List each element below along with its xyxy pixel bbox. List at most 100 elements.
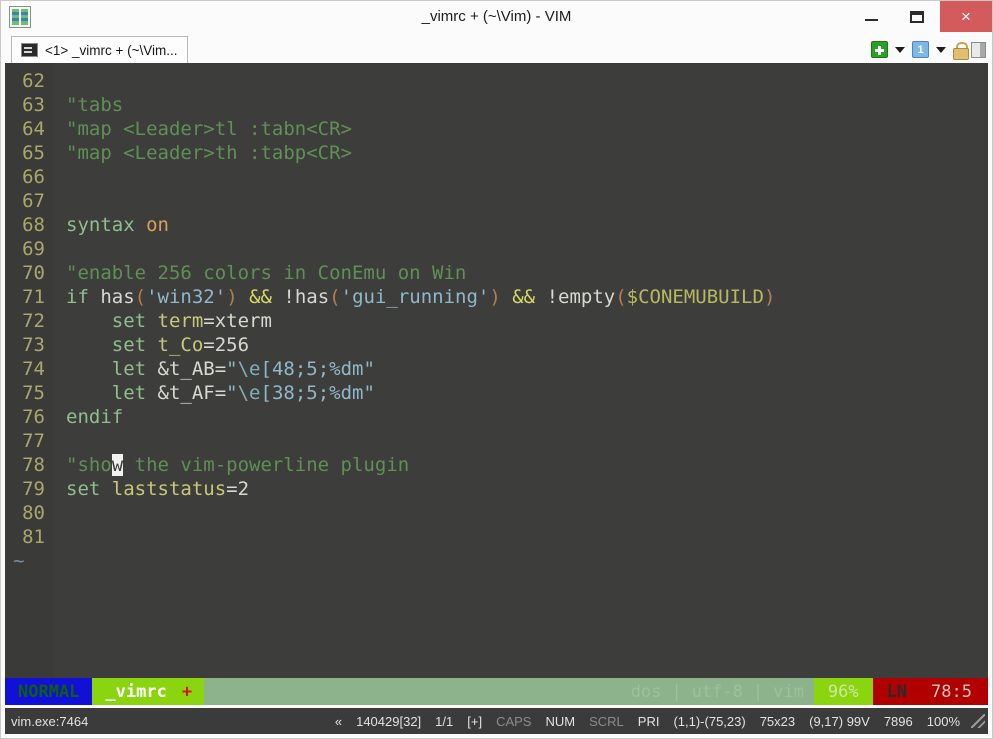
editor-line: 63 "tabs <box>5 93 988 117</box>
editor-line: 70 "enable 256 colors in ConEmu on Win <box>5 261 988 285</box>
line-text <box>54 429 66 453</box>
code-token: "tabs <box>66 94 124 116</box>
code-token: \e <box>237 382 261 404</box>
blue-one-icon: 1 <box>912 41 929 58</box>
editor-line: 65 "map <Leader>th :tabp<CR> <box>5 141 988 165</box>
code-token: let <box>66 358 158 380</box>
status-cursor-flag: [+] <box>467 713 483 729</box>
code-token: !has <box>283 286 330 308</box>
line-text: set t_Co=256 <box>54 333 249 357</box>
code-token: &t_AF= <box>157 382 227 404</box>
active-console-dropdown[interactable] <box>933 46 949 53</box>
code-token: " <box>226 358 238 380</box>
status-mode: NORMAL <box>5 678 93 705</box>
line-text: "show the vim-powerline plugin <box>54 453 409 477</box>
green-plus-icon <box>871 41 888 58</box>
line-text: let &t_AF="\e[38;5;%dm" <box>54 381 375 405</box>
close-button[interactable]: × <box>940 1 992 32</box>
admin-lock-button[interactable] <box>953 41 969 60</box>
status-caps[interactable]: CAPS <box>489 714 538 729</box>
chevron-down-icon <box>895 46 905 53</box>
code-token: ) <box>489 286 501 308</box>
maximize-icon <box>910 10 924 23</box>
editor-line: 72 set term=xterm <box>5 309 988 333</box>
tab-console-1[interactable]: <1> _vimrc + (~\Vim... <box>11 36 188 63</box>
code-token: endif <box>66 406 124 428</box>
line-text <box>54 501 66 525</box>
resize-grip-icon[interactable] <box>971 714 985 728</box>
code-token: has <box>100 286 135 308</box>
new-console-dropdown[interactable] <box>892 46 908 53</box>
code-token: if <box>66 286 101 308</box>
status-position: 78:5 <box>917 678 988 705</box>
line-number: 70 <box>22 262 45 284</box>
maximize-button[interactable] <box>894 1 940 32</box>
new-console-button[interactable] <box>871 41 888 58</box>
editor-line: 74 let &t_AB="\e[48;5;%dm" <box>5 357 988 381</box>
code-token: =256 <box>203 334 250 356</box>
status-filename: _vimrc <box>92 678 177 705</box>
code-token: [48;5;%dm" <box>260 358 375 380</box>
tab-label: <1> _vimrc + (~\Vim... <box>45 42 178 58</box>
editor-line: 79 set laststatus=2 <box>5 477 988 501</box>
conemu-status-bar: vim.exe:7464 « 140429[32] 1/1 [+] CAPS N… <box>5 708 988 734</box>
editor-line: 67 <box>5 189 988 213</box>
editor-line: 78 "show the vim-powerline plugin <box>5 453 988 477</box>
line-text <box>54 237 66 261</box>
line-number: 63 <box>22 94 45 116</box>
status-scrl[interactable]: SCRL <box>582 714 631 729</box>
code-token: "map <Leader>th :tabp<CR> <box>66 142 352 164</box>
code-token: set <box>66 310 158 332</box>
editor-line: 62 <box>5 69 988 93</box>
line-number: 65 <box>22 142 45 164</box>
status-num[interactable]: NUM <box>538 714 582 729</box>
code-token: =2 <box>226 478 250 500</box>
conemu-window: _vimrc + (~\Vim) - VIM × <1> _vimrc + (~… <box>0 0 993 739</box>
status-zoom: 100% <box>926 713 960 729</box>
window-controls: × <box>848 1 992 32</box>
code-token: && <box>237 286 284 308</box>
code-token: set <box>66 334 158 356</box>
line-text: let &t_AB="\e[48;5;%dm" <box>54 357 375 381</box>
code-token: set <box>66 478 112 500</box>
conemu-icon <box>9 5 31 28</box>
status-selection: (1,1)-(75,23) <box>673 713 746 729</box>
line-text <box>54 69 66 93</box>
active-console-button[interactable]: 1 <box>912 41 929 58</box>
code-token: ( <box>329 286 341 308</box>
line-text: endif <box>54 405 123 429</box>
line-number: 78 <box>22 454 45 476</box>
line-number: 71 <box>22 286 45 308</box>
status-separator-2: | <box>752 678 764 705</box>
code-token: &t_AB= <box>157 358 227 380</box>
code-token: ( <box>615 286 627 308</box>
line-number: 67 <box>22 190 45 212</box>
split-view-button[interactable] <box>971 41 986 58</box>
line-number: 66 <box>22 166 45 188</box>
status-modified-flag: + <box>176 678 205 705</box>
line-number: 72 <box>22 310 45 332</box>
code-token: the vim-powerline plugin <box>123 454 410 476</box>
code-token: term <box>157 310 204 332</box>
editor-line: 80 <box>5 501 988 525</box>
code-token: !empty <box>546 286 616 308</box>
terminal-view[interactable]: 62 63 "tabs 64 "map <Leader>tl :tabn<CR> 65 "m… <box>5 63 988 678</box>
line-text: syntax on <box>54 213 169 237</box>
line-number: 76 <box>22 406 45 428</box>
code-token: t_Co <box>157 334 204 356</box>
lock-icon <box>953 41 969 60</box>
minimize-button[interactable] <box>848 1 894 32</box>
line-text: "map <Leader>th :tabp<CR> <box>54 141 352 165</box>
editor-line: 76 endif <box>5 405 988 429</box>
status-pri[interactable]: PRI <box>631 714 667 729</box>
code-token: [38;5;%dm" <box>260 382 375 404</box>
status-build: 140429[32] <box>356 713 422 729</box>
code-token: on <box>146 214 169 236</box>
status-line-label: LN <box>872 678 918 705</box>
editor-text-area[interactable]: 62 63 "tabs 64 "map <Leader>tl :tabn<CR> 65 "m… <box>5 63 988 573</box>
line-text <box>54 525 66 549</box>
editor-filler-line: ~ <box>5 549 988 573</box>
vim-status-line: NORMAL _vimrc + dos | utf-8 | vim 96% LN… <box>5 678 988 705</box>
code-token: "map <Leader>tl :tabn<CR> <box>66 118 352 140</box>
code-token: ) <box>226 286 238 308</box>
